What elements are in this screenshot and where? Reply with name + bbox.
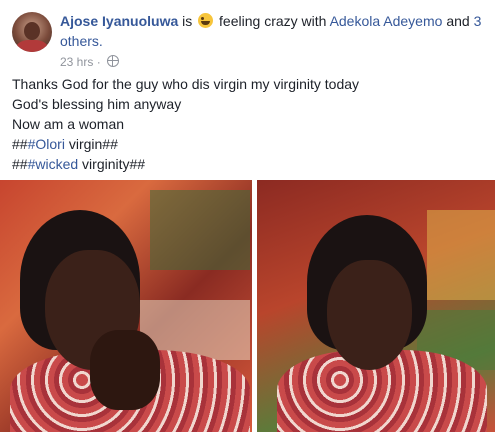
feeling-text: feeling crazy with [219,13,327,29]
hash-prefix: ## [12,156,28,172]
laughing-emoji-icon [198,13,214,28]
avatar[interactable] [12,12,52,52]
post-line: Thanks God for the guy who dis virgin my… [12,76,360,92]
background-poster [427,210,495,300]
avatar-face [24,22,40,40]
face [327,260,412,370]
post-text: Thanks God for the guy who dis virgin my… [12,74,359,174]
post-photo-1[interactable] [0,180,252,432]
tagged-friend-link[interactable]: Adekola Adeyemo [330,13,443,29]
post-photo-2[interactable] [257,180,495,432]
post-line: ###Olori virgin## [12,134,359,154]
photo-grid [0,180,495,432]
timestamp-link[interactable]: 23 hrs [60,55,93,69]
post-header: Ajose Iyanuoluwa is feeling crazy with A… [12,8,490,70]
hash-suffix: virginity## [78,156,146,172]
post-line: God's blessing him anyway [12,96,182,112]
post-line: ###wicked virginity## [12,154,359,174]
author-name-link[interactable]: Ajose Iyanuoluwa [60,13,178,29]
hashtag-wicked-link[interactable]: #wicked [28,156,79,172]
hash-suffix: virgin## [64,136,118,152]
is-text: is [182,13,193,29]
post-line: Now am a woman [12,116,125,132]
post-meta: 23 hrs · [60,54,120,70]
globe-icon[interactable] [107,55,120,67]
avatar-clothing [16,40,48,52]
post-headline: Ajose Iyanuoluwa is feeling crazy with A… [60,11,490,51]
hand [90,330,160,410]
hashtag-olori-link[interactable]: #Olori [28,136,65,152]
and-text: and [446,13,470,29]
background-poster [150,190,250,270]
hash-prefix: ## [12,136,28,152]
meta-separator: · [96,55,101,69]
